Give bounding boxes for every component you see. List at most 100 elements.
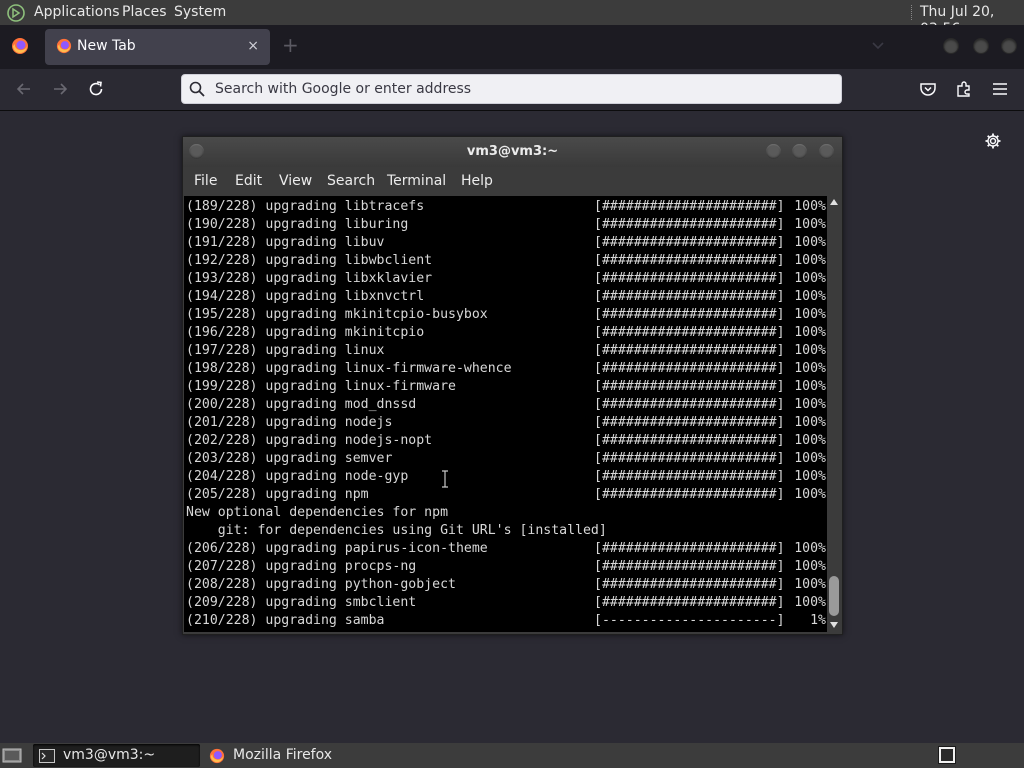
progress-percent: 1% (810, 613, 826, 628)
terminal-maximize-button[interactable] (792, 144, 807, 159)
terminal-titlebar[interactable]: vm3@vm3:~ (183, 137, 842, 167)
firefox-icon (56, 38, 72, 54)
menu-logo-icon[interactable] (7, 4, 25, 22)
menu-search[interactable]: Search (327, 173, 375, 190)
progress-bar-text: [######################] (594, 379, 785, 394)
tab-close-button[interactable]: × (247, 37, 259, 55)
gear-icon[interactable] (984, 132, 1002, 150)
progress-percent: 100% (794, 415, 826, 430)
line-text: (203/228) upgrading semver (186, 451, 393, 466)
extensions-icon[interactable] (955, 80, 973, 98)
progress-bar-text: [######################] (594, 487, 785, 502)
progress-percent: 100% (794, 343, 826, 358)
tab-strip: New Tab × + (0, 25, 1024, 69)
chevron-down-icon[interactable] (870, 37, 886, 53)
line-text: (196/228) upgrading mkinitcpio (186, 325, 425, 340)
applications-menu[interactable]: Applications (34, 4, 120, 21)
address-bar[interactable] (181, 74, 842, 104)
progress-bar-text: [######################] (594, 361, 785, 376)
terminal-line: (201/228) upgrading nodejs [#############… (186, 414, 826, 432)
show-desktop-icon[interactable] (2, 747, 22, 763)
terminal-line: (202/228) upgrading nodejs-nopt [########… (186, 432, 826, 450)
taskbar-item-firefox[interactable]: Mozilla Firefox (203, 744, 393, 767)
terminal-window[interactable]: vm3@vm3:~ File Edit View Search Terminal… (182, 136, 843, 635)
terminal-line: (207/228) upgrading procps-ng [##########… (186, 558, 826, 576)
new-tab-button[interactable]: + (282, 35, 299, 55)
places-menu[interactable]: Places (122, 4, 167, 21)
terminal-line: (192/228) upgrading libwbclient [########… (186, 252, 826, 270)
terminal-line: git: for dependencies using Git URL's [i… (186, 522, 826, 540)
line-text: (198/228) upgrading linux-firmware-whenc… (186, 361, 512, 376)
terminal-line: (197/228) upgrading linux [##############… (186, 342, 826, 360)
tab-new-tab[interactable]: New Tab × (45, 29, 270, 65)
progress-bar-text: [######################] (594, 289, 785, 304)
progress-percent: 100% (794, 433, 826, 448)
progress-bar-text: [######################] (594, 541, 785, 556)
navigation-toolbar (0, 69, 1024, 111)
taskbar-label: Mozilla Firefox (233, 747, 333, 763)
progress-bar-text: [######################] (594, 325, 785, 340)
menu-edit[interactable]: Edit (235, 173, 262, 190)
bottom-panel: vm3@vm3:~ Mozilla Firefox (0, 743, 1024, 768)
pocket-icon[interactable] (919, 80, 937, 98)
terminal-minimize-button[interactable] (766, 144, 781, 159)
menu-view[interactable]: View (279, 173, 312, 190)
line-text: (210/228) upgrading samba (186, 613, 385, 628)
progress-bar-text: [######################] (594, 217, 785, 232)
tab-title: New Tab (77, 38, 136, 54)
firefox-icon (209, 748, 225, 764)
line-text: (191/228) upgrading libuv (186, 235, 385, 250)
terminal-line: New optional dependencies for npm (186, 504, 826, 522)
progress-bar-text: [######################] (594, 307, 785, 322)
progress-bar-text: [######################] (594, 451, 785, 466)
line-text: (194/228) upgrading libxnvctrl (186, 289, 425, 304)
line-text: (208/228) upgrading python-gobject (186, 577, 456, 592)
close-button[interactable] (1002, 39, 1016, 53)
menu-help[interactable]: Help (461, 173, 493, 190)
terminal-line: (199/228) upgrading linux-firmware [#####… (186, 378, 826, 396)
text-cursor-icon (442, 470, 448, 488)
progress-percent: 100% (794, 451, 826, 466)
line-text: New optional dependencies for npm (186, 505, 449, 520)
progress-bar-text: [######################] (594, 235, 785, 250)
progress-bar-text: [----------------------] (594, 613, 785, 628)
progress-percent: 100% (794, 217, 826, 232)
taskbar-label: vm3@vm3:~ (63, 747, 156, 763)
progress-bar-text: [######################] (594, 415, 785, 430)
terminal-close-button[interactable] (819, 144, 834, 159)
workspace-switcher[interactable] (938, 746, 956, 764)
menu-file[interactable]: File (194, 173, 217, 190)
taskbar-item-terminal[interactable]: vm3@vm3:~ (33, 744, 200, 767)
progress-percent: 100% (794, 271, 826, 286)
terminal-scrollbar[interactable] (828, 196, 840, 632)
line-text: (192/228) upgrading libwbclient (186, 253, 433, 268)
progress-percent: 100% (794, 595, 826, 610)
progress-bar-text: [######################] (594, 559, 785, 574)
terminal-line: (206/228) upgrading papirus-icon-theme [#… (186, 540, 826, 558)
terminal-output[interactable]: (189/228) upgrading libtracefs [#########… (184, 196, 827, 632)
search-input[interactable] (215, 80, 815, 98)
back-icon[interactable] (15, 80, 33, 98)
forward-icon[interactable] (51, 80, 69, 98)
firefox-view-icon[interactable] (11, 37, 29, 55)
minimize-button[interactable] (944, 39, 958, 53)
terminal-line: (189/228) upgrading libtracefs [#########… (186, 198, 826, 216)
search-icon (189, 81, 205, 97)
maximize-button[interactable] (974, 39, 988, 53)
line-text: (195/228) upgrading mkinitcpio-busybox (186, 307, 488, 322)
scroll-thumb[interactable] (829, 576, 839, 616)
line-text: (204/228) upgrading node-gyp (186, 469, 409, 484)
menu-terminal[interactable]: Terminal (387, 173, 446, 190)
terminal-lines: (189/228) upgrading libtracefs [#########… (186, 198, 826, 630)
progress-bar-text: [######################] (594, 595, 785, 610)
hamburger-menu-icon[interactable] (991, 80, 1009, 98)
reload-icon[interactable] (87, 80, 105, 98)
scroll-up-icon[interactable] (830, 199, 838, 205)
terminal-menubar: File Edit View Search Terminal Help (183, 167, 842, 195)
scroll-down-icon[interactable] (830, 622, 838, 628)
panel-separator (911, 5, 914, 20)
progress-percent: 100% (794, 307, 826, 322)
terminal-line: (198/228) upgrading linux-firmware-whenc… (186, 360, 826, 378)
terminal-line: (203/228) upgrading semver [#############… (186, 450, 826, 468)
system-menu[interactable]: System (174, 4, 226, 21)
